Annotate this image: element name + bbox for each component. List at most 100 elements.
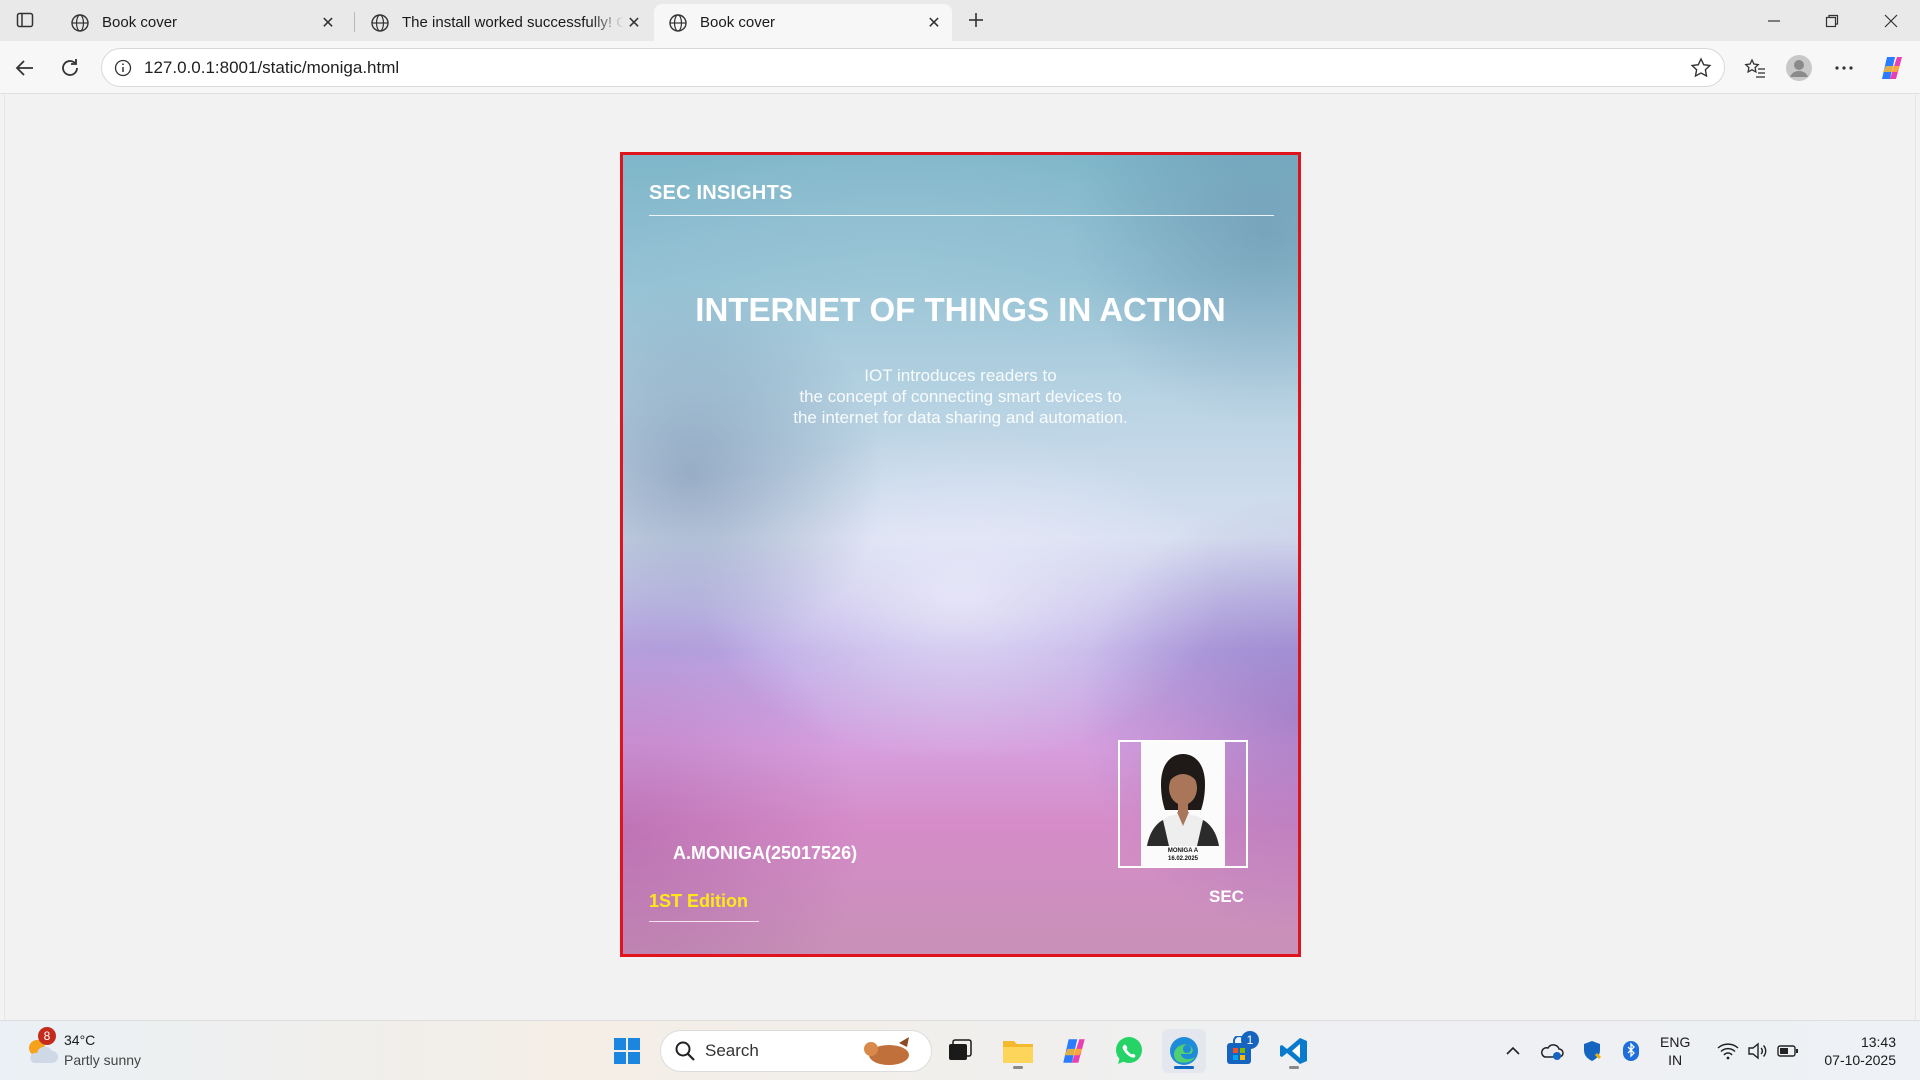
book-cover: SEC INSIGHTS INTERNET OF THINGS IN ACTIO…: [620, 152, 1301, 957]
favorite-star-icon[interactable]: [1690, 57, 1712, 79]
vscode-icon: [1280, 1038, 1307, 1064]
language-indicator[interactable]: ENG IN: [1660, 1033, 1690, 1069]
weather-description: Partly sunny: [64, 1052, 142, 1068]
whatsapp-icon: [1116, 1037, 1142, 1064]
store-button[interactable]: 1: [1217, 1029, 1261, 1073]
url-text[interactable]: 127.0.0.1:8001/static/moniga.html: [144, 58, 399, 78]
weather-widget[interactable]: 8 34°C Partly sunny: [22, 1027, 162, 1075]
author-photo: MONIGA A 16.02.2025: [1141, 742, 1225, 866]
book-title: INTERNET OF THINGS IN ACTION: [695, 291, 1226, 328]
system-clock[interactable]: 13:43 07-10-2025: [1810, 1033, 1896, 1069]
tab-3-active[interactable]: Book cover ✕: [654, 4, 952, 41]
search-icon: [675, 1041, 695, 1061]
bluetooth-tray-icon[interactable]: [1618, 1029, 1644, 1073]
restore-icon: [1825, 14, 1839, 27]
info-icon[interactable]: [112, 57, 134, 79]
edition-underline: [649, 921, 759, 922]
tab-separator: [354, 12, 355, 32]
brand-name: SEC INSIGHTS: [649, 182, 793, 204]
address-bar[interactable]: 127.0.0.1:8001/static/moniga.html: [101, 48, 1725, 87]
close-window-button[interactable]: [1862, 0, 1920, 41]
restore-button[interactable]: [1803, 0, 1861, 41]
edge-button[interactable]: [1162, 1029, 1206, 1073]
active-indicator: [1174, 1066, 1194, 1069]
search-highlight-icon: [864, 1037, 909, 1065]
tab-strip: Book cover ✕ The install worked successf…: [0, 0, 1920, 41]
weather-temperature: 34°C: [64, 1032, 96, 1048]
publisher-label: SEC: [1209, 887, 1244, 906]
show-hidden-icons-button[interactable]: [1500, 1029, 1526, 1073]
ellipsis-icon: [1835, 66, 1853, 70]
blurb-line: IOT introduces readers to: [864, 366, 1057, 385]
windows-logo-icon: [614, 1038, 640, 1064]
onedrive-tray-icon[interactable]: [1538, 1029, 1566, 1073]
close-icon: [1884, 14, 1898, 27]
more-options-button[interactable]: [1827, 51, 1861, 85]
cloud-icon: [1541, 1044, 1564, 1060]
wifi-tray-icon[interactable]: [1715, 1029, 1741, 1073]
blurb-line: the internet for data sharing and automa…: [793, 408, 1128, 427]
battery-tray-icon[interactable]: [1775, 1029, 1801, 1073]
battery-icon: [1777, 1045, 1798, 1057]
globe-icon: [669, 13, 687, 32]
taskbar-search[interactable]: Search: [660, 1030, 932, 1072]
shield-icon: [1584, 1041, 1602, 1061]
tab-actions-button[interactable]: [12, 8, 38, 32]
clock-date: 07-10-2025: [1824, 1052, 1896, 1068]
back-button[interactable]: [8, 51, 42, 85]
tab-2[interactable]: The install worked successfully! Co ✕: [356, 4, 652, 41]
brand-divider: [649, 215, 1274, 216]
refresh-icon: [62, 59, 78, 76]
new-tab-button[interactable]: [962, 6, 990, 34]
copilot-icon: [1063, 1039, 1085, 1063]
minimize-icon: [1768, 19, 1780, 22]
minimize-button[interactable]: [1745, 0, 1803, 41]
profile-button[interactable]: [1782, 51, 1816, 85]
refresh-button[interactable]: [53, 51, 87, 85]
whatsapp-button[interactable]: [1107, 1029, 1151, 1073]
edition-label: 1ST Edition: [649, 891, 748, 911]
security-tray-icon[interactable]: [1578, 1029, 1606, 1073]
blurb-line: the concept of connecting smart devices …: [799, 387, 1122, 406]
tab-actions-icon: [16, 12, 34, 28]
close-tab-icon[interactable]: ✕: [924, 13, 944, 33]
search-label: Search: [705, 1041, 759, 1060]
photo-caption-date: 16.02.2025: [1167, 856, 1199, 862]
author-name: A.MONIGA(25017526): [673, 843, 858, 863]
copilot-icon: [1882, 57, 1902, 79]
store-badge: 1: [1241, 1031, 1259, 1049]
edge-browser-icon: [1170, 1037, 1198, 1065]
copilot-button[interactable]: [1875, 51, 1909, 85]
book-blurb: IOT introduces readers to the concept of…: [623, 365, 1298, 428]
close-tab-icon[interactable]: ✕: [624, 13, 644, 33]
task-view-icon: [949, 1039, 972, 1060]
tab-title: Book cover: [700, 14, 776, 31]
author-photo-frame: MONIGA A 16.02.2025: [1118, 740, 1248, 868]
speaker-icon: [1748, 1042, 1767, 1060]
running-indicator: [1013, 1066, 1023, 1069]
close-tab-icon[interactable]: ✕: [318, 13, 338, 33]
file-explorer-button[interactable]: [996, 1029, 1040, 1073]
folder-icon: [1003, 1041, 1033, 1063]
volume-tray-icon[interactable]: [1745, 1029, 1771, 1073]
avatar-icon: [1786, 55, 1812, 81]
arrow-left-icon: [15, 60, 33, 76]
globe-icon: [371, 13, 389, 32]
chevron-up-icon: [1506, 1046, 1520, 1055]
running-indicator: [1289, 1066, 1299, 1069]
plus-icon: [969, 13, 983, 27]
language-code: ENG: [1660, 1034, 1691, 1050]
start-button[interactable]: [605, 1029, 649, 1073]
tab-1[interactable]: Book cover ✕: [56, 4, 346, 41]
globe-icon: [71, 13, 89, 32]
wifi-icon: [1717, 1043, 1739, 1060]
browser-toolbar: 127.0.0.1:8001/static/moniga.html: [0, 41, 1920, 94]
clock-time: 13:43: [1860, 1034, 1896, 1050]
favorites-button[interactable]: [1738, 51, 1772, 85]
task-view-button[interactable]: [938, 1029, 982, 1073]
weather-badge: 8: [38, 1027, 56, 1045]
vscode-button[interactable]: [1272, 1029, 1316, 1073]
region-code: IN: [1668, 1052, 1683, 1068]
tab-title: The install worked successfully! Co: [402, 14, 624, 31]
copilot-app-button[interactable]: [1052, 1029, 1096, 1073]
